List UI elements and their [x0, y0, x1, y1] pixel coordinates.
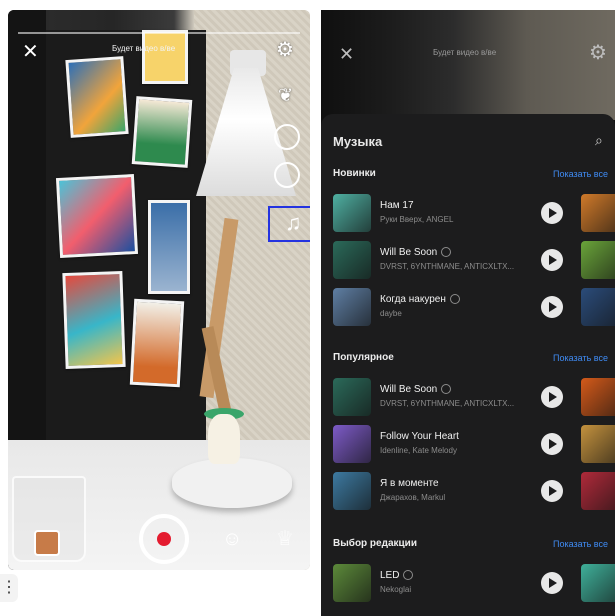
top-hint: Будет видео в/ве: [433, 48, 497, 57]
info-icon[interactable]: [441, 247, 452, 258]
track-title: Когда накурен: [380, 294, 460, 305]
info-icon[interactable]: [441, 384, 452, 395]
more-options-button[interactable]: ⋮: [0, 574, 18, 602]
music-picker-screen: ✕ Будет видео в/ве ⚙ Музыка ⌕ Новинки По…: [321, 10, 615, 616]
play-icon[interactable]: [541, 572, 563, 594]
track-cover[interactable]: [581, 194, 615, 232]
poster-card: [142, 30, 188, 84]
track-artist: DVRST, 6YNTHMANE, ANTICXLTX...: [380, 262, 515, 271]
play-icon[interactable]: [541, 249, 563, 271]
sheet-title: Музыка: [333, 134, 383, 149]
track-artist: DVRST, 6YNTHMANE, ANTICXLTX...: [380, 399, 515, 408]
track-cover[interactable]: [581, 425, 615, 463]
play-icon[interactable]: [541, 433, 563, 455]
poster-card: [62, 270, 126, 370]
track-row[interactable]: Will Be Soon DVRST, 6YNTHMANE, ANTICXLTX…: [333, 241, 615, 283]
track-row[interactable]: Я в моменте Джарахов, Markul: [333, 472, 615, 514]
track-artist: Nekoglai: [380, 585, 412, 594]
effects-icon[interactable]: ♕: [276, 526, 294, 551]
track-cover: [333, 425, 371, 463]
record-dot: [157, 532, 171, 546]
poster-card: [131, 96, 193, 168]
recording-progress-bar: [18, 32, 300, 34]
track-title: Я в моменте: [380, 478, 439, 489]
track-title: LED: [380, 570, 414, 581]
play-icon[interactable]: [541, 386, 563, 408]
camera-preview-dimmed: [321, 10, 615, 120]
show-all-link[interactable]: Показать все: [553, 353, 608, 363]
bunny-effect-icon[interactable]: ❦: [278, 86, 293, 104]
track-cover[interactable]: [581, 241, 615, 279]
track-artist: Джарахов, Markul: [380, 493, 446, 502]
timer-icon[interactable]: [274, 124, 300, 150]
gear-icon[interactable]: ⚙: [276, 40, 294, 60]
screenshot-stage: ✕ Будет видео в/ве ⚙ ❦ ♫ ☺ ♕ ⋮ ✕ Будет в…: [0, 0, 615, 616]
track-cover[interactable]: [581, 472, 615, 510]
track-row[interactable]: Нам 17 Руки Вверх, ANGEL: [333, 194, 615, 236]
track-row[interactable]: Follow Your Heart Idenline, Kate Melody: [333, 425, 615, 467]
track-row[interactable]: LED Nekoglai: [333, 564, 615, 606]
gear-icon[interactable]: ⚙: [589, 40, 607, 65]
camera-screen: ✕ Будет видео в/ве ⚙ ❦ ♫ ☺ ♕: [8, 10, 310, 570]
track-cover[interactable]: [581, 378, 615, 416]
close-icon[interactable]: ✕: [339, 44, 354, 65]
track-artist: Руки Вверх, ANGEL: [380, 215, 454, 224]
gallery-thumbnail[interactable]: [34, 530, 60, 556]
lamp-base: [172, 458, 292, 508]
track-cover: [333, 288, 371, 326]
section-title: Популярное: [333, 352, 394, 363]
poster-card: [129, 298, 185, 388]
poster-card: [65, 56, 129, 138]
track-title: Will Be Soon: [380, 384, 452, 395]
music-sheet: Музыка ⌕ Новинки Показать все Нам 17 Рук…: [321, 114, 615, 616]
section-title: Новинки: [333, 168, 376, 179]
track-cover: [333, 472, 371, 510]
figurine: [208, 414, 240, 464]
poster-card: [55, 174, 139, 258]
track-cover: [333, 241, 371, 279]
track-artist: Idenline, Kate Melody: [380, 446, 457, 455]
track-title: Will Be Soon: [380, 247, 452, 258]
play-icon[interactable]: [541, 296, 563, 318]
track-row[interactable]: Will Be Soon DVRST, 6YNTHMANE, ANTICXLTX…: [333, 378, 615, 420]
play-icon[interactable]: [541, 480, 563, 502]
speed-icon[interactable]: [274, 162, 300, 188]
play-icon[interactable]: [541, 202, 563, 224]
face-mask-icon[interactable]: ☺: [222, 528, 242, 551]
track-cover: [333, 194, 371, 232]
track-artist: daybe: [380, 309, 402, 318]
show-all-link[interactable]: Показать все: [553, 169, 608, 179]
track-title: Follow Your Heart: [380, 431, 459, 442]
track-row[interactable]: Когда накурен daybe: [333, 288, 615, 330]
info-icon[interactable]: [403, 570, 414, 581]
top-hint: Будет видео в/ве: [112, 44, 176, 53]
track-cover[interactable]: [581, 564, 615, 602]
track-cover: [333, 378, 371, 416]
search-icon[interactable]: ⌕: [595, 132, 603, 149]
poster-card: [148, 200, 190, 294]
show-all-link[interactable]: Показать все: [553, 539, 608, 549]
info-icon[interactable]: [449, 294, 460, 305]
track-cover: [333, 564, 371, 602]
track-cover[interactable]: [581, 288, 615, 326]
track-title: Нам 17: [380, 200, 414, 211]
music-note-icon[interactable]: ♫: [285, 210, 302, 236]
section-title: Выбор редакции: [333, 538, 417, 549]
close-icon[interactable]: ✕: [22, 42, 39, 62]
